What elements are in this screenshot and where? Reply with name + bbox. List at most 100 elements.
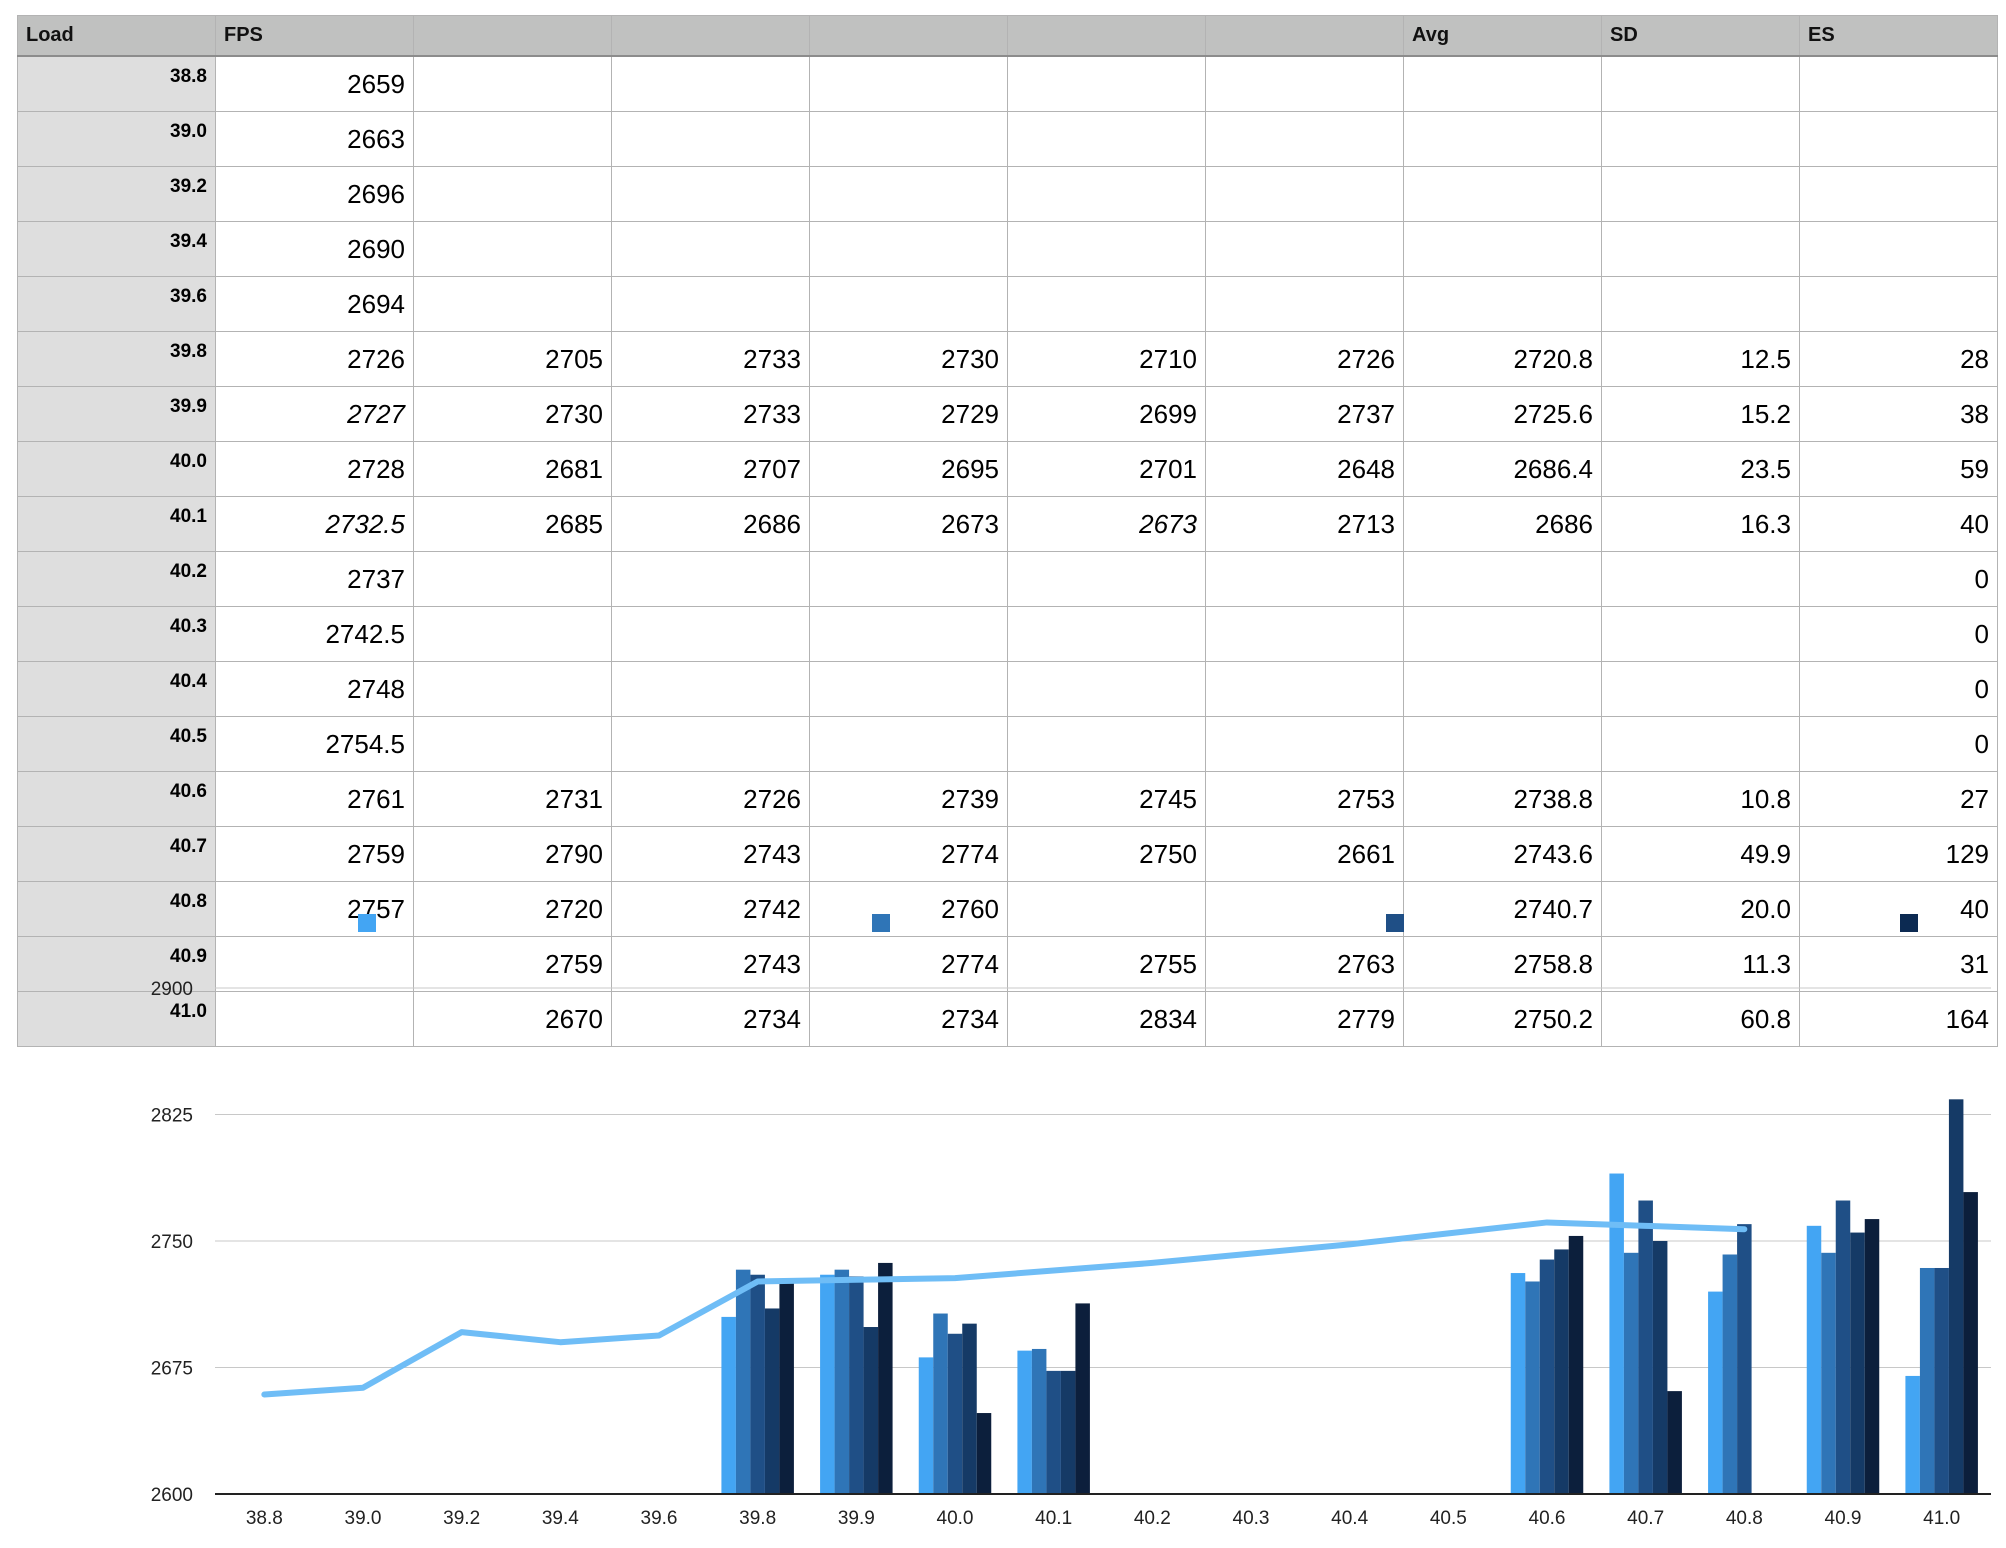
table-cell[interactable]	[413, 606, 612, 662]
table-cell[interactable]: 2690	[215, 221, 414, 277]
table-cell[interactable]: 2759	[215, 826, 414, 882]
table-cell[interactable]: 2726	[1205, 331, 1404, 387]
table-cell[interactable]	[611, 55, 810, 112]
table-cell[interactable]: 2713	[1205, 496, 1404, 552]
table-cell[interactable]	[809, 606, 1008, 662]
column-header[interactable]	[1007, 15, 1206, 57]
table-cell[interactable]	[1601, 111, 1800, 167]
table-cell[interactable]: 2754.5	[215, 716, 414, 772]
row-header-cell[interactable]: 40.0	[17, 441, 216, 497]
table-cell[interactable]	[611, 221, 810, 277]
table-cell[interactable]	[809, 661, 1008, 717]
table-cell[interactable]: 2696	[215, 166, 414, 222]
column-header[interactable]: SD	[1601, 15, 1800, 57]
table-cell[interactable]	[1799, 55, 1998, 112]
table-cell[interactable]: 2743.6	[1403, 826, 1602, 882]
table-cell[interactable]: 2745	[1007, 771, 1206, 827]
table-cell[interactable]	[1205, 551, 1404, 607]
row-header-cell[interactable]: 39.8	[17, 331, 216, 387]
table-cell[interactable]: 2705	[413, 331, 612, 387]
table-cell[interactable]: 2726	[611, 771, 810, 827]
table-cell[interactable]	[611, 551, 810, 607]
table-cell[interactable]	[1601, 55, 1800, 112]
table-cell[interactable]: 2685	[413, 496, 612, 552]
row-header-cell[interactable]: 40.2	[17, 551, 216, 607]
table-cell[interactable]: 2737	[1205, 386, 1404, 442]
table-cell[interactable]: 0	[1799, 661, 1998, 717]
table-cell[interactable]	[611, 661, 810, 717]
table-cell[interactable]: 2720.8	[1403, 331, 1602, 387]
table-cell[interactable]: 2743	[611, 826, 810, 882]
table-cell[interactable]: 2761	[215, 771, 414, 827]
table-cell[interactable]	[413, 716, 612, 772]
table-cell[interactable]	[1007, 716, 1206, 772]
table-cell[interactable]	[611, 716, 810, 772]
row-header-cell[interactable]: 39.0	[17, 111, 216, 167]
row-header-cell[interactable]: 39.4	[17, 221, 216, 277]
table-cell[interactable]	[1007, 111, 1206, 167]
table-cell[interactable]: 2699	[1007, 386, 1206, 442]
table-cell[interactable]: 2686	[1403, 496, 1602, 552]
table-cell[interactable]	[809, 166, 1008, 222]
table-cell[interactable]: 2726	[215, 331, 414, 387]
column-header[interactable]	[413, 15, 612, 57]
table-cell[interactable]	[1403, 166, 1602, 222]
table-cell[interactable]: 2748	[215, 661, 414, 717]
table-cell[interactable]	[1403, 606, 1602, 662]
row-header-cell[interactable]: 39.2	[17, 166, 216, 222]
row-header-cell[interactable]: 40.1	[17, 496, 216, 552]
table-cell[interactable]: 2750	[1007, 826, 1206, 882]
row-header-cell[interactable]: 40.5	[17, 716, 216, 772]
table-cell[interactable]	[1205, 166, 1404, 222]
column-header[interactable]	[1205, 15, 1404, 57]
table-cell[interactable]: 2659	[215, 55, 414, 112]
table-cell[interactable]	[611, 111, 810, 167]
table-cell[interactable]	[1403, 276, 1602, 332]
column-header[interactable]	[809, 15, 1008, 57]
table-cell[interactable]	[413, 276, 612, 332]
table-cell[interactable]: 129	[1799, 826, 1998, 882]
table-cell[interactable]	[809, 55, 1008, 112]
table-cell[interactable]: 2730	[809, 331, 1008, 387]
table-cell[interactable]	[1403, 55, 1602, 112]
table-cell[interactable]	[611, 606, 810, 662]
column-header[interactable]: Avg	[1403, 15, 1602, 57]
column-header[interactable]: FPS	[215, 15, 414, 57]
table-cell[interactable]: 0	[1799, 551, 1998, 607]
table-cell[interactable]	[413, 221, 612, 277]
table-cell[interactable]	[1601, 551, 1800, 607]
table-cell[interactable]: 49.9	[1601, 826, 1800, 882]
table-cell[interactable]	[1403, 551, 1602, 607]
table-cell[interactable]	[1205, 276, 1404, 332]
table-cell[interactable]	[1205, 55, 1404, 112]
table-cell[interactable]: 2727	[215, 386, 414, 442]
row-header-cell[interactable]: 38.8	[17, 55, 216, 112]
table-cell[interactable]	[1403, 221, 1602, 277]
row-header-cell[interactable]: 40.6	[17, 771, 216, 827]
table-cell[interactable]: 2790	[413, 826, 612, 882]
table-cell[interactable]	[809, 276, 1008, 332]
table-cell[interactable]	[809, 716, 1008, 772]
row-header-cell[interactable]: 40.4	[17, 661, 216, 717]
table-cell[interactable]: 2661	[1205, 826, 1404, 882]
table-cell[interactable]	[413, 111, 612, 167]
table-cell[interactable]: 2774	[809, 826, 1008, 882]
table-cell[interactable]: 2739	[809, 771, 1008, 827]
table-cell[interactable]: 2694	[215, 276, 414, 332]
table-cell[interactable]: 2737	[215, 551, 414, 607]
table-cell[interactable]: 38	[1799, 386, 1998, 442]
table-cell[interactable]	[1799, 166, 1998, 222]
table-cell[interactable]	[1601, 606, 1800, 662]
table-cell[interactable]	[1007, 55, 1206, 112]
table-cell[interactable]: 59	[1799, 441, 1998, 497]
table-cell[interactable]: 2738.8	[1403, 771, 1602, 827]
table-cell[interactable]: 2728	[215, 441, 414, 497]
table-cell[interactable]	[1799, 221, 1998, 277]
table-cell[interactable]: 2731	[413, 771, 612, 827]
table-cell[interactable]: 0	[1799, 606, 1998, 662]
table-cell[interactable]: 2707	[611, 441, 810, 497]
table-cell[interactable]	[611, 166, 810, 222]
table-cell[interactable]	[1601, 221, 1800, 277]
column-header[interactable]: Load	[17, 15, 216, 57]
table-cell[interactable]: 28	[1799, 331, 1998, 387]
